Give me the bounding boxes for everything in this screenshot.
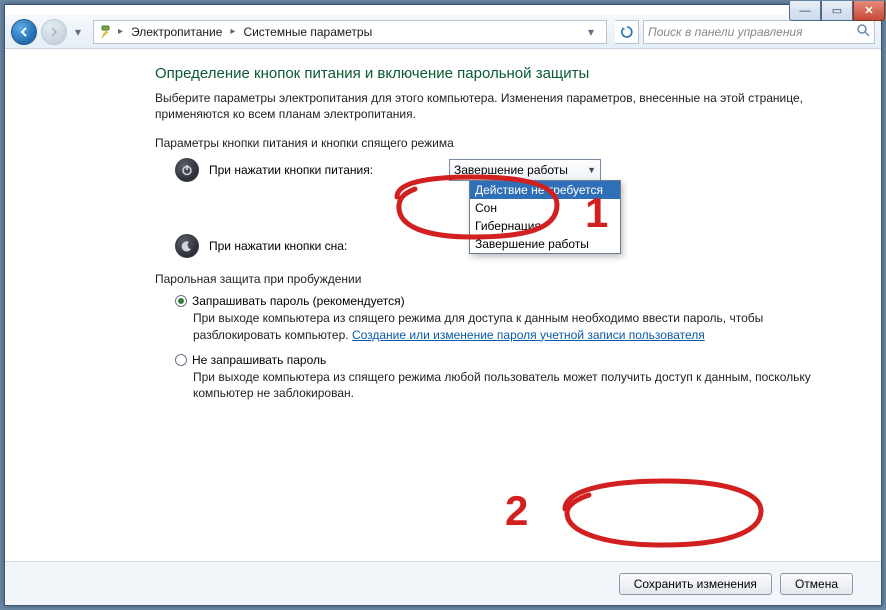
section-power-buttons: Параметры кнопки питания и кнопки спящег… [155, 136, 821, 150]
back-button[interactable] [11, 19, 37, 45]
option-shutdown[interactable]: Завершение работы [470, 235, 620, 253]
search-input[interactable]: Поиск в панели управления [643, 20, 875, 44]
navigation-bar: ▾ ▸ Электропитание ▸ Системные параметры… [5, 15, 881, 49]
cancel-button[interactable]: Отмена [780, 573, 853, 595]
sleep-icon [175, 234, 199, 258]
breadcrumb-segment-1[interactable]: Электропитание [127, 25, 226, 39]
radio-dont-require-password[interactable] [175, 354, 187, 366]
footer-bar: Сохранить изменения Отмена [5, 561, 881, 605]
create-change-password-link[interactable]: Создание или изменение пароля учетной за… [352, 328, 705, 342]
page-title: Определение кнопок питания и включение п… [155, 65, 821, 82]
option-hibernate[interactable]: Гибернация [470, 217, 620, 235]
maximize-button[interactable]: ▭ [821, 1, 853, 21]
radio-require-password[interactable] [175, 295, 187, 307]
address-bar[interactable]: ▸ Электропитание ▸ Системные параметры ▾ [93, 20, 607, 44]
power-button-label: При нажатии кнопки питания: [209, 163, 449, 177]
radio-group-password: Запрашивать пароль (рекомендуется) При в… [175, 294, 821, 401]
forward-button[interactable] [41, 19, 67, 45]
radio-require-password-description: При выходе компьютера из спящего режима … [193, 310, 821, 342]
breadcrumb-separator-icon: ▸ [116, 26, 125, 37]
power-action-dropdown: Действие не требуется Сон Гибернация Зав… [469, 180, 621, 254]
power-button-row: При нажатии кнопки питания: Завершение р… [175, 158, 821, 182]
chevron-down-icon: ▼ [587, 165, 596, 175]
option-sleep[interactable]: Сон [470, 199, 620, 217]
window-controls: — ▭ ✕ [789, 1, 885, 21]
close-button[interactable]: ✕ [853, 1, 885, 21]
refresh-button[interactable] [615, 20, 639, 44]
breadcrumb-separator-icon: ▸ [228, 26, 237, 37]
address-dropdown-icon[interactable]: ▾ [582, 25, 600, 39]
radio-dont-require-password-label: Не запрашивать пароль [192, 353, 326, 367]
option-no-action[interactable]: Действие не требуется [470, 181, 620, 199]
radio-require-password-label: Запрашивать пароль (рекомендуется) [192, 294, 405, 308]
minimize-button[interactable]: — [789, 1, 821, 21]
radio-dont-require-password-description: При выходе компьютера из спящего режима … [193, 369, 821, 401]
combo-value: Завершение работы [454, 163, 568, 177]
search-placeholder: Поиск в панели управления [648, 25, 803, 39]
section-password-protection: Парольная защита при пробуждении [155, 272, 821, 286]
nav-history-dropdown[interactable]: ▾ [71, 21, 85, 43]
power-icon [175, 158, 199, 182]
power-plan-icon [98, 24, 114, 40]
power-button-action-select[interactable]: Завершение работы ▼ [449, 159, 601, 181]
sleep-button-label: При нажатии кнопки сна: [209, 239, 449, 253]
page-intro: Выберите параметры электропитания для эт… [155, 90, 821, 122]
title-bar [5, 5, 881, 15]
control-panel-window: — ▭ ✕ ▾ ▸ Электропитание ▸ Системные пар… [4, 4, 882, 606]
search-icon [856, 23, 870, 40]
save-button[interactable]: Сохранить изменения [619, 573, 772, 595]
breadcrumb-segment-2[interactable]: Системные параметры [239, 25, 376, 39]
content-area: Определение кнопок питания и включение п… [5, 49, 881, 605]
